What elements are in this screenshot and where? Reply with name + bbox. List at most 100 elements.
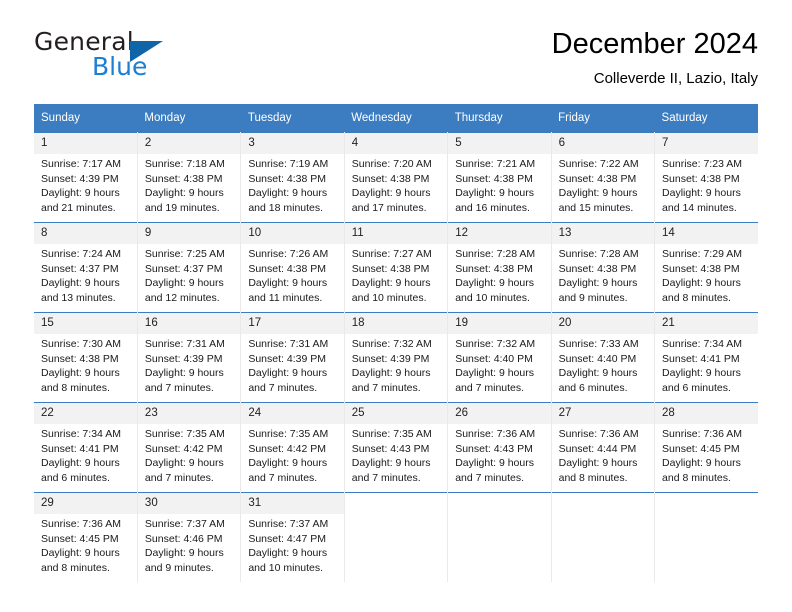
day-sunset-text: Sunset: 4:43 PM: [455, 442, 533, 455]
day-sunrise-text: Sunrise: 7:34 AM: [662, 338, 742, 350]
calendar-day-cell[interactable]: 25 Sunrise: 7:35 AM Sunset: 4:43 PM Dayligh…: [343, 402, 449, 493]
day-details: [449, 514, 550, 517]
calendar-day-cell[interactable]: 30 Sunrise: 7:37 AM Sunset: 4:46 PM Dayligh…: [136, 492, 242, 582]
day-daylight-1-text: Daylight: 9 hours: [662, 367, 741, 380]
calendar-day-cell[interactable]: 16 Sunrise: 7:31 AM Sunset: 4:39 PM Dayligh…: [136, 312, 242, 403]
day-daylight-2-text: and 16 minutes.: [455, 201, 530, 214]
day-details: Sunrise: 7:35 AM Sunset: 4:42 PM Daylight:…: [242, 424, 343, 485]
day-sunset-text: Sunset: 4:39 PM: [351, 352, 430, 365]
day-details: [345, 514, 446, 517]
calendar-day-cell[interactable]: 20 Sunrise: 7:33 AM Sunset: 4:40 PM Dayligh…: [550, 312, 656, 403]
brand-word-blue: Blue: [92, 52, 148, 81]
calendar-day-cell[interactable]: 15 Sunrise: 7:30 AM Sunset: 4:38 PM Dayligh…: [34, 312, 138, 403]
calendar-day-cell[interactable]: 8 Sunrise: 7:24 AM Sunset: 4:37 PM Daylight…: [34, 222, 138, 313]
day-daylight-2-text: and 19 minutes.: [144, 201, 220, 214]
day-daylight-2-text: and 7 minutes.: [455, 471, 525, 484]
day-sunrise-text: Sunrise: 7:35 AM: [144, 428, 225, 440]
day-sunrise-text: Sunrise: 7:23 AM: [662, 158, 742, 170]
day-details: Sunrise: 7:33 AM Sunset: 4:40 PM Daylight:…: [552, 334, 653, 395]
calendar-day-cell[interactable]: 12 Sunrise: 7:28 AM Sunset: 4:38 PM Dayligh…: [447, 222, 552, 313]
day-daylight-1-text: Daylight: 9 hours: [248, 187, 328, 200]
day-details: Sunrise: 7:32 AM Sunset: 4:39 PM Daylight:…: [345, 334, 446, 395]
day-number: 13: [552, 223, 654, 244]
day-daylight-2-text: and 14 minutes.: [662, 201, 737, 214]
day-sunset-text: Sunset: 4:45 PM: [662, 442, 740, 455]
day-sunrise-text: Sunrise: 7:37 AM: [248, 518, 329, 530]
day-daylight-1-text: Daylight: 9 hours: [662, 187, 741, 200]
day-sunrise-text: Sunrise: 7:37 AM: [144, 518, 225, 530]
day-number: 1: [34, 133, 137, 154]
day-number: 26: [448, 403, 551, 424]
day-sunrise-text: Sunrise: 7:36 AM: [662, 428, 742, 440]
calendar-day-cell[interactable]: 3 Sunrise: 7:19 AM Sunset: 4:38 PM Daylight…: [240, 132, 345, 223]
day-sunset-text: Sunset: 4:38 PM: [662, 172, 740, 185]
day-details: Sunrise: 7:37 AM Sunset: 4:46 PM Daylight:…: [138, 514, 239, 575]
day-daylight-2-text: and 8 minutes.: [662, 291, 731, 304]
day-number: 22: [34, 403, 137, 424]
calendar-day-cell[interactable]: 28 Sunrise: 7:36 AM Sunset: 4:45 PM Dayligh…: [654, 402, 758, 493]
calendar-day-cell[interactable]: 21 Sunrise: 7:34 AM Sunset: 4:41 PM Dayligh…: [654, 312, 758, 403]
day-number: 2: [138, 133, 240, 154]
day-details: Sunrise: 7:20 AM Sunset: 4:38 PM Daylight:…: [345, 154, 446, 215]
calendar-day-cell[interactable]: 6 Sunrise: 7:22 AM Sunset: 4:38 PM Daylight…: [550, 132, 656, 223]
day-daylight-1-text: Daylight: 9 hours: [558, 457, 638, 470]
day-sunset-text: Sunset: 4:38 PM: [455, 262, 533, 275]
day-sunset-text: Sunset: 4:44 PM: [558, 442, 637, 455]
day-daylight-2-text: and 21 minutes.: [41, 201, 116, 214]
day-daylight-1-text: Daylight: 9 hours: [144, 277, 224, 290]
day-number: [552, 493, 654, 514]
day-sunset-text: Sunset: 4:43 PM: [351, 442, 430, 455]
day-details: Sunrise: 7:36 AM Sunset: 4:45 PM Daylight:…: [656, 424, 758, 485]
day-sunrise-text: Sunrise: 7:32 AM: [455, 338, 536, 350]
day-daylight-1-text: Daylight: 9 hours: [41, 277, 120, 290]
day-sunset-text: Sunset: 4:37 PM: [144, 262, 223, 275]
day-sunrise-text: Sunrise: 7:27 AM: [351, 248, 432, 260]
day-daylight-2-text: and 8 minutes.: [41, 381, 110, 394]
calendar-day-cell[interactable]: 24 Sunrise: 7:35 AM Sunset: 4:42 PM Dayligh…: [240, 402, 345, 493]
calendar-day-cell[interactable]: 29 Sunrise: 7:36 AM Sunset: 4:45 PM Dayligh…: [34, 492, 138, 582]
day-daylight-2-text: and 10 minutes.: [455, 291, 530, 304]
weekday-header-sunday: Sunday: [34, 104, 138, 133]
calendar-day-cell[interactable]: 10 Sunrise: 7:26 AM Sunset: 4:38 PM Dayligh…: [240, 222, 345, 313]
calendar-day-cell[interactable]: 18 Sunrise: 7:32 AM Sunset: 4:39 PM Dayligh…: [343, 312, 449, 403]
calendar-cell-empty: [654, 492, 758, 582]
calendar-cell-empty: [447, 492, 552, 582]
calendar-day-cell[interactable]: 27 Sunrise: 7:36 AM Sunset: 4:44 PM Dayligh…: [550, 402, 656, 493]
calendar-day-cell[interactable]: 13 Sunrise: 7:28 AM Sunset: 4:38 PM Dayligh…: [550, 222, 656, 313]
calendar-day-cell[interactable]: 4 Sunrise: 7:20 AM Sunset: 4:38 PM Daylight…: [343, 132, 449, 223]
brand-logo[interactable]: General Blue: [34, 28, 254, 94]
day-daylight-1-text: Daylight: 9 hours: [662, 277, 741, 290]
day-sunset-text: Sunset: 4:38 PM: [558, 262, 637, 275]
day-sunrise-text: Sunrise: 7:22 AM: [558, 158, 639, 170]
calendar-day-cell[interactable]: 5 Sunrise: 7:21 AM Sunset: 4:38 PM Daylight…: [447, 132, 552, 223]
weekday-header-monday: Monday: [137, 104, 241, 133]
day-sunrise-text: Sunrise: 7:36 AM: [455, 428, 536, 440]
day-sunrise-text: Sunrise: 7:24 AM: [41, 248, 121, 260]
calendar-day-cell[interactable]: 19 Sunrise: 7:32 AM Sunset: 4:40 PM Dayligh…: [447, 312, 552, 403]
calendar-day-cell[interactable]: 9 Sunrise: 7:25 AM Sunset: 4:37 PM Daylight…: [136, 222, 242, 313]
calendar-day-cell[interactable]: 31 Sunrise: 7:37 AM Sunset: 4:47 PM Dayligh…: [240, 492, 345, 582]
day-sunset-text: Sunset: 4:40 PM: [455, 352, 533, 365]
day-sunrise-text: Sunrise: 7:31 AM: [248, 338, 329, 350]
calendar-day-cell[interactable]: 26 Sunrise: 7:36 AM Sunset: 4:43 PM Dayligh…: [447, 402, 552, 493]
day-daylight-2-text: and 7 minutes.: [248, 471, 318, 484]
calendar-day-cell[interactable]: 2 Sunrise: 7:18 AM Sunset: 4:38 PM Daylight…: [136, 132, 242, 223]
calendar-day-cell[interactable]: 23 Sunrise: 7:35 AM Sunset: 4:42 PM Dayligh…: [136, 402, 242, 493]
day-daylight-2-text: and 17 minutes.: [351, 201, 427, 214]
day-details: Sunrise: 7:22 AM Sunset: 4:38 PM Daylight:…: [552, 154, 653, 215]
calendar-day-cell[interactable]: 1 Sunrise: 7:17 AM Sunset: 4:39 PM Daylight…: [34, 132, 138, 223]
day-sunset-text: Sunset: 4:42 PM: [144, 442, 223, 455]
weekday-header-friday: Friday: [551, 104, 655, 133]
page-subtitle: Colleverde II, Lazio, Italy: [593, 70, 758, 87]
calendar-table: Sunday Monday Tuesday Wednesday Thursday Frid…: [34, 104, 758, 582]
day-number: 20: [552, 313, 654, 334]
calendar-day-cell[interactable]: 14 Sunrise: 7:29 AM Sunset: 4:38 PM Dayligh…: [654, 222, 758, 313]
day-details: Sunrise: 7:34 AM Sunset: 4:41 PM Daylight:…: [34, 424, 136, 485]
day-number: [345, 493, 447, 514]
calendar-day-cell[interactable]: 22 Sunrise: 7:34 AM Sunset: 4:41 PM Dayligh…: [34, 402, 138, 493]
calendar-day-cell[interactable]: 11 Sunrise: 7:27 AM Sunset: 4:38 PM Dayligh…: [343, 222, 449, 313]
calendar-day-cell[interactable]: 7 Sunrise: 7:23 AM Sunset: 4:38 PM Daylight…: [654, 132, 758, 223]
day-number: 3: [241, 133, 344, 154]
day-sunrise-text: Sunrise: 7:17 AM: [41, 158, 121, 170]
calendar-day-cell[interactable]: 17 Sunrise: 7:31 AM Sunset: 4:39 PM Dayligh…: [240, 312, 345, 403]
